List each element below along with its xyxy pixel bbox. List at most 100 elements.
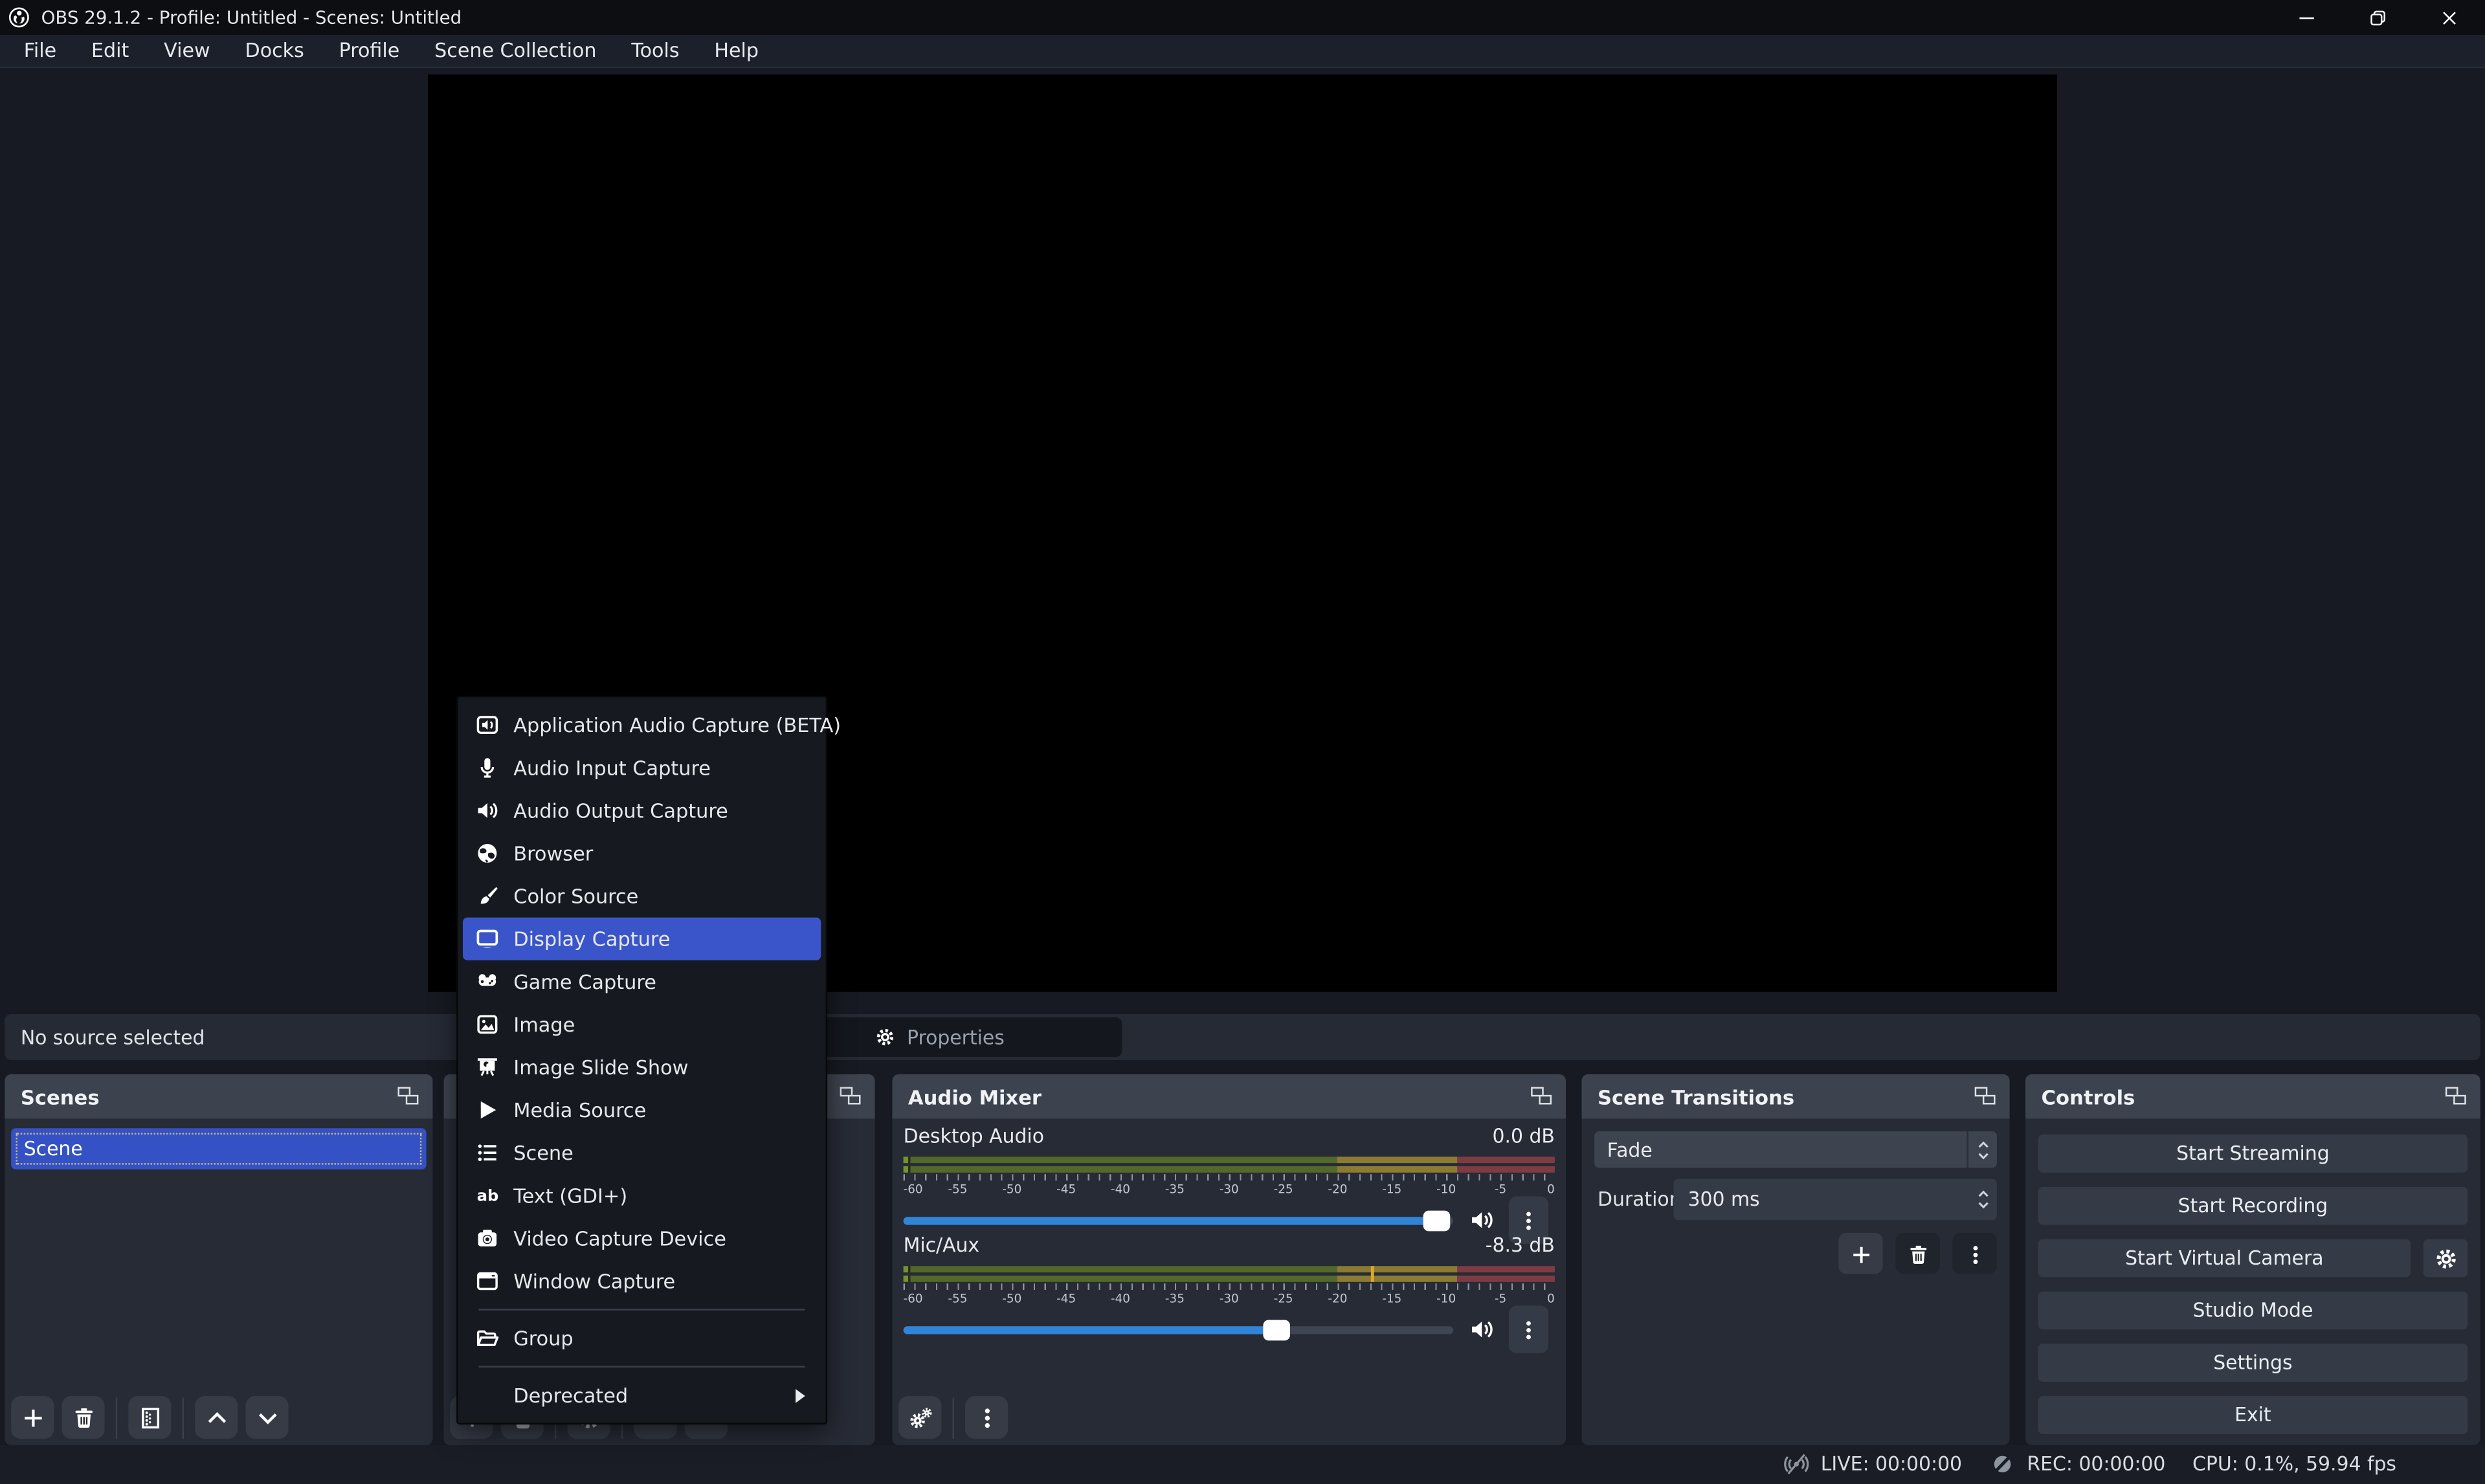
audio-mixer-body: Desktop Audio0.0 dB-60-55-50-45-40-35-30…: [892, 1119, 1566, 1445]
move-up-button[interactable]: [195, 1396, 238, 1439]
meter-tick-label: -35: [1165, 1291, 1185, 1305]
menubar-item-edit[interactable]: Edit: [74, 34, 146, 67]
meter-ruler: [904, 1174, 1555, 1180]
duration-label: Duration: [1598, 1188, 1682, 1210]
duration-spinbox[interactable]: 300 ms: [1674, 1179, 1997, 1221]
obs-logo-icon: [8, 6, 30, 28]
minimize-button[interactable]: [2271, 0, 2343, 35]
move-down-button[interactable]: [246, 1396, 289, 1439]
menu-item-video-capture-device[interactable]: Video Capture Device: [463, 1217, 821, 1259]
menu-item-window-capture[interactable]: Window Capture: [463, 1259, 821, 1302]
properties-button-label: Properties: [907, 1026, 1005, 1048]
meter-tick-label: -55: [948, 1182, 967, 1197]
meter-tick-label: -55: [948, 1291, 967, 1305]
scene-transitions-title: Scene Transitions: [1598, 1085, 1794, 1109]
virtual-camera-settings-button[interactable]: [2424, 1239, 2468, 1278]
exit-button[interactable]: Exit: [2038, 1396, 2468, 1434]
meter-tick-label: -15: [1382, 1291, 1401, 1305]
meter-tick-label: -45: [1056, 1291, 1076, 1305]
audio-mixer-panel: Audio Mixer Desktop Audio0.0 dB-60-55-50…: [892, 1074, 1566, 1445]
settings-button[interactable]: Settings: [2038, 1344, 2468, 1382]
volume-slider-handle[interactable]: [1423, 1210, 1450, 1230]
menubar-item-docks[interactable]: Docks: [228, 34, 322, 67]
menu-item-group[interactable]: Group: [463, 1317, 821, 1360]
menu-item-image[interactable]: Image: [463, 1003, 821, 1046]
spinner-arrows-icon[interactable]: [1968, 1179, 1997, 1221]
mute-toggle-icon[interactable]: [1469, 1208, 1495, 1233]
menubar-item-scene-collection[interactable]: Scene Collection: [417, 34, 614, 67]
menu-item-browser[interactable]: Browser: [463, 832, 821, 874]
restore-button[interactable]: [2343, 0, 2414, 35]
popout-icon[interactable]: [1975, 1086, 1997, 1107]
menu-item-scene[interactable]: Scene: [463, 1131, 821, 1174]
globe-icon: [476, 841, 500, 865]
meter-tick-label: -5: [1495, 1291, 1506, 1305]
popout-icon[interactable]: [1531, 1086, 1553, 1107]
popout-icon[interactable]: [398, 1086, 420, 1107]
meter-tick-label: -30: [1220, 1291, 1239, 1305]
channel-options-button[interactable]: [1509, 1305, 1548, 1353]
menu-item-deprecated[interactable]: Deprecated: [463, 1374, 821, 1417]
options-transition-button[interactable]: [1952, 1233, 1997, 1274]
start-streaming-button[interactable]: Start Streaming: [2038, 1135, 2468, 1173]
duration-value: 300 ms: [1674, 1188, 1968, 1210]
transition-select[interactable]: Fade: [1594, 1131, 1997, 1168]
scenes-list: Scene: [5, 1119, 432, 1445]
controls-header[interactable]: Controls: [2025, 1074, 2480, 1119]
start-recording-button[interactable]: Start Recording: [2038, 1187, 2468, 1225]
close-button[interactable]: [2414, 0, 2485, 35]
menu-item-text-gdi[interactable]: abText (GDI+): [463, 1174, 821, 1217]
menu-bar: FileEditViewDocksProfileScene Collection…: [0, 35, 2485, 68]
volume-slider[interactable]: [904, 1216, 1454, 1224]
chev-up-icon: [204, 1405, 229, 1430]
scene-list-item[interactable]: Scene: [11, 1128, 426, 1169]
add-transition-button[interactable]: [1838, 1233, 1883, 1274]
meter-tick-label: -35: [1165, 1182, 1185, 1197]
menubar-item-tools[interactable]: Tools: [614, 34, 696, 67]
mute-toggle-icon[interactable]: [1469, 1317, 1495, 1342]
meter-scale: -60-55-50-45-40-35-30-25-20-15-10-50: [904, 1291, 1555, 1305]
window-icon: [476, 1269, 500, 1293]
scenes-panel-header[interactable]: Scenes: [5, 1074, 432, 1119]
menubar-item-help[interactable]: Help: [696, 34, 776, 67]
meter-tick-label: -5: [1495, 1182, 1506, 1197]
audio-mixer-header[interactable]: Audio Mixer: [892, 1074, 1566, 1119]
controls-body: Start Streaming Start Recording Start Virt…: [2025, 1119, 2480, 1445]
menubar-item-profile[interactable]: Profile: [322, 34, 418, 67]
popout-icon[interactable]: [2446, 1086, 2468, 1107]
source-toolbar: No source selected Properties: [5, 1014, 2480, 1060]
scenes-panel: Scenes Scene: [5, 1074, 432, 1445]
studio-mode-button[interactable]: Studio Mode: [2038, 1291, 2468, 1329]
meter-tick-label: -25: [1274, 1291, 1293, 1305]
menu-item-color-source[interactable]: Color Source: [463, 875, 821, 918]
menu-item-display-capture[interactable]: Display Capture: [463, 918, 821, 960]
remove-transition-button[interactable]: [1895, 1233, 1940, 1274]
broadcast-off-icon: [1783, 1452, 1810, 1477]
popout-icon[interactable]: [840, 1086, 862, 1107]
scene-filters-button[interactable]: [128, 1396, 171, 1439]
scene-transitions-panel: Scene Transitions Fade Duration 300 ms: [1582, 1074, 2010, 1445]
remove-button[interactable]: [61, 1396, 104, 1439]
menubar-item-file[interactable]: File: [6, 34, 74, 67]
start-virtual-camera-button[interactable]: Start Virtual Camera: [2038, 1239, 2411, 1278]
menu-item-media-source[interactable]: Media Source: [463, 1089, 821, 1131]
spinner-arrows-icon[interactable]: [1967, 1131, 1997, 1168]
scene-transitions-header[interactable]: Scene Transitions: [1582, 1074, 2010, 1119]
menu-item-application-audio-capture-beta[interactable]: Application Audio Capture (BETA): [463, 703, 821, 746]
menu-item-audio-input-capture[interactable]: Audio Input Capture: [463, 746, 821, 789]
meter-tick-label: -50: [1002, 1182, 1021, 1197]
menu-item-image-slide-show[interactable]: Image Slide Show: [463, 1046, 821, 1089]
menu-item-audio-output-capture[interactable]: Audio Output Capture: [463, 789, 821, 832]
menubar-item-view[interactable]: View: [146, 34, 227, 67]
options-button[interactable]: [965, 1396, 1008, 1439]
audio-mixer-title: Audio Mixer: [908, 1085, 1042, 1109]
list-icon: [476, 1141, 500, 1165]
add-button[interactable]: [11, 1396, 54, 1439]
volume-slider[interactable]: [904, 1325, 1454, 1333]
volume-slider-handle[interactable]: [1263, 1319, 1290, 1340]
toolbar-separator: [183, 1397, 184, 1438]
monitor-icon: [476, 927, 500, 951]
advanced-audio-button[interactable]: [898, 1396, 941, 1439]
menu-item-game-capture[interactable]: Game Capture: [463, 960, 821, 1003]
chev-down-icon: [254, 1405, 280, 1430]
